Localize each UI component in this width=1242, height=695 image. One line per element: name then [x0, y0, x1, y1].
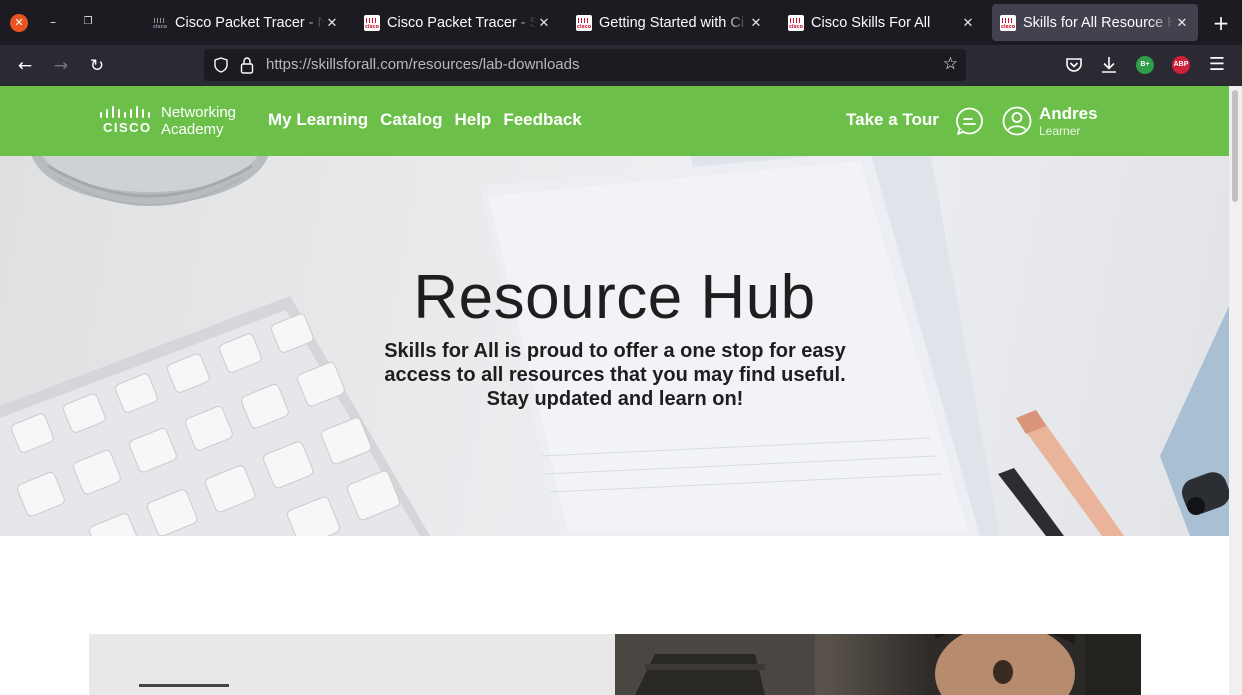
pocket-icon[interactable] — [1062, 53, 1086, 77]
url-text: https://skillsforall.com/resources/lab-d… — [266, 56, 579, 73]
cisco-wordmark: CISCO — [103, 120, 152, 135]
nav-my-learning[interactable]: My Learning — [268, 110, 368, 130]
hamburger-menu-icon[interactable]: ☰ — [1205, 53, 1229, 77]
hero-title: Resource Hub — [413, 263, 816, 332]
logo-line-networking: Networking — [161, 104, 237, 121]
user-avatar-icon[interactable] — [1002, 106, 1032, 136]
hero-subtitle-line: Stay updated and learn on! — [486, 388, 744, 410]
tab-title: Skills for All Resource H — [1023, 14, 1174, 31]
scrollbar-thumb[interactable] — [1232, 90, 1238, 202]
feature-card-text — [89, 634, 615, 695]
new-tab-button[interactable]: + — [1210, 10, 1232, 36]
chat-icon[interactable] — [955, 107, 984, 136]
tab-title: Cisco Skills For All — [811, 14, 931, 31]
bplus-extension-icon[interactable]: B+ — [1136, 56, 1154, 74]
bookmark-star-icon[interactable]: ☆ — [943, 54, 958, 74]
reload-icon[interactable]: ↻ — [84, 53, 110, 79]
window-close-button[interactable]: ✕ — [10, 14, 28, 32]
cisco-favicon-icon — [576, 14, 592, 31]
tab-close-icon[interactable]: ✕ — [960, 15, 976, 31]
download-icon[interactable] — [1097, 53, 1121, 77]
logo-line-academy: Academy — [161, 121, 224, 138]
nav-catalog[interactable]: Catalog — [380, 110, 442, 130]
tab-close-icon[interactable]: ✕ — [748, 15, 764, 31]
browser-tab[interactable]: Cisco Packet Tracer - Ne ✕ — [146, 4, 346, 41]
hero-subtitle: Skills for All is proud to offer a one s… — [370, 339, 860, 411]
tab-close-icon[interactable]: ✕ — [536, 15, 552, 31]
tab-title: Cisco Packet Tracer - Ne — [175, 14, 324, 31]
browser-tab[interactable]: Cisco Packet Tracer - Sk ✕ — [358, 4, 558, 41]
address-bar[interactable]: https://skillsforall.com/resources/lab-d… — [204, 49, 966, 81]
tab-close-icon[interactable]: ✕ — [1174, 15, 1190, 31]
window-minimize-button[interactable]: – — [45, 12, 61, 32]
tracking-shield-icon[interactable] — [214, 57, 228, 73]
cisco-favicon-icon — [152, 15, 168, 31]
browser-tab[interactable]: Cisco Skills For All ✕ — [782, 4, 982, 41]
browser-tab-strip: ✕ – ❐ Cisco Packet Tracer - Ne ✕ Cisco P… — [0, 0, 1242, 45]
feature-card-image — [615, 634, 1141, 695]
cisco-favicon-icon — [1000, 14, 1016, 31]
web-page: CISCO Networking Academy My Learning Cat… — [0, 86, 1242, 695]
hero-banner: Resource Hub Skills for All is proud to … — [0, 156, 1229, 536]
url-host: https://skillsforall.com — [266, 56, 409, 73]
nav-feedback[interactable]: Feedback — [503, 110, 581, 130]
tab-title: Cisco Packet Tracer - Sk — [387, 14, 536, 31]
user-role: Learner — [1039, 124, 1081, 138]
tab-close-icon[interactable]: ✕ — [324, 15, 340, 31]
hero-subtitle-line: Skills for All is proud to offer a one s… — [384, 340, 846, 362]
window-maximize-button[interactable]: ❐ — [80, 12, 96, 32]
tab-title: Getting Started with Ci — [599, 14, 745, 31]
cisco-bars-icon — [100, 106, 150, 118]
user-name[interactable]: Andres — [1039, 104, 1098, 124]
main-nav: My Learning Catalog Help Feedback — [268, 110, 582, 130]
browser-toolbar: ← → ↻ https://skillsforall.com/resources… — [0, 45, 1242, 86]
take-a-tour-link[interactable]: Take a Tour — [846, 110, 939, 130]
hero-subtitle-line: access to all resources that you may fin… — [384, 364, 846, 386]
person-photo-image — [615, 634, 1141, 695]
card-heading-partial — [139, 684, 229, 695]
browser-tab[interactable]: Getting Started with Ci ✕ — [570, 4, 770, 41]
cisco-favicon-icon — [788, 14, 804, 31]
nav-help[interactable]: Help — [454, 110, 491, 130]
networking-academy-logo[interactable]: CISCO Networking Academy — [98, 104, 248, 138]
site-header: CISCO Networking Academy My Learning Cat… — [0, 86, 1229, 156]
adblock-plus-icon[interactable]: ABP — [1172, 56, 1190, 74]
back-arrow-icon[interactable]: ← — [12, 53, 38, 79]
cisco-favicon-icon — [364, 14, 380, 31]
forward-arrow-icon[interactable]: → — [48, 53, 74, 79]
lock-icon[interactable] — [240, 56, 254, 74]
url-path: /resources/lab-downloads — [408, 56, 580, 73]
browser-tab-active[interactable]: Skills for All Resource H ✕ — [992, 4, 1198, 41]
